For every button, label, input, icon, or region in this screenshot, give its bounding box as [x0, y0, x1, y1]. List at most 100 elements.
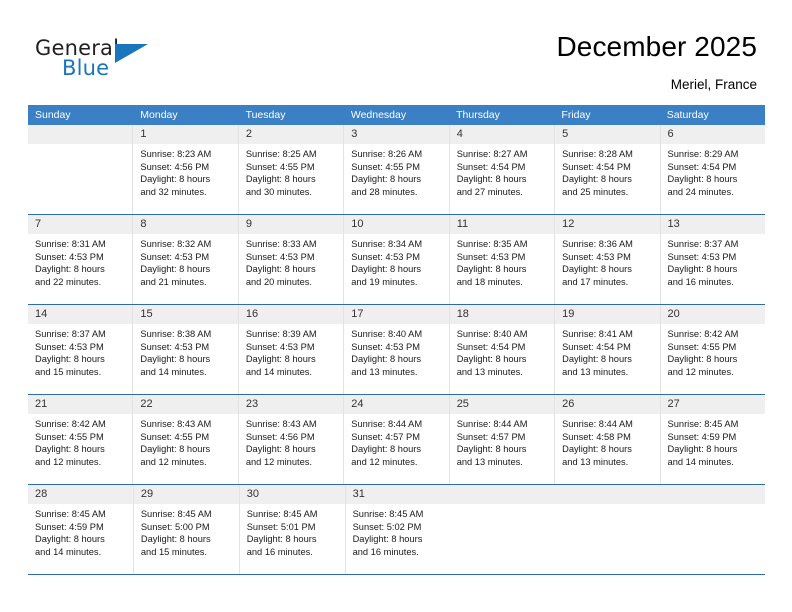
day-details: Sunrise: 8:44 AM Sunset: 4:58 PM Daylight:… — [555, 414, 659, 468]
sunrise-text: Sunrise: 8:38 AM — [140, 329, 212, 339]
calendar-day-cell[interactable]: 8 Sunrise: 8:32 AM Sunset: 4:53 PM Daylight… — [132, 215, 238, 304]
sunrise-text: Sunrise: 8:43 AM — [245, 419, 317, 429]
calendar-day-cell[interactable]: 12 Sunrise: 8:36 AM Sunset: 4:53 PM Dayligh… — [554, 215, 660, 304]
day-number-band: 10 — [344, 215, 449, 234]
calendar-day-cell[interactable]: 29 Sunrise: 8:45 AM Sunset: 5:00 PM Dayligh… — [132, 485, 239, 574]
daylight-text-line1: Daylight: 8 hours — [140, 444, 211, 455]
daylight-text-line1: Daylight: 8 hours — [351, 264, 422, 275]
sunset-text: Sunset: 4:55 PM — [351, 161, 420, 172]
calendar-day-cell[interactable]: 23 Sunrise: 8:43 AM Sunset: 4:56 PM Dayligh… — [237, 395, 344, 484]
triangle-icon — [115, 44, 148, 63]
daylight-text-line1: Daylight: 8 hours — [667, 444, 738, 455]
calendar-day-cell[interactable]: 21 Sunrise: 8:42 AM Sunset: 4:55 PM Dayligh… — [28, 395, 133, 484]
calendar-day-cell[interactable]: 25 Sunrise: 8:44 AM Sunset: 4:57 PM Dayligh… — [448, 395, 555, 484]
day-number: 30 — [246, 488, 259, 500]
day-details: Sunrise: 8:32 AM Sunset: 4:53 PM Daylight:… — [133, 234, 237, 288]
calendar-day-cell[interactable]: 2 Sunrise: 8:25 AM Sunset: 4:55 PM Daylight… — [237, 125, 344, 214]
calendar-day-cell[interactable]: 14 Sunrise: 8:37 AM Sunset: 4:53 PM Dayligh… — [28, 305, 133, 394]
sunrise-text: Sunrise: 8:41 AM — [562, 329, 633, 339]
calendar-day-cell[interactable]: 15 Sunrise: 8:38 AM Sunset: 4:53 PM Dayligh… — [132, 305, 238, 394]
daylight-text-line2: and 21 minutes. — [140, 276, 207, 287]
day-details: Sunrise: 8:39 AM Sunset: 4:53 PM Daylight:… — [239, 324, 343, 378]
calendar-day-cell[interactable]: 30 Sunrise: 8:45 AM Sunset: 5:01 PM Dayligh… — [238, 485, 345, 574]
sunrise-text: Sunrise: 8:45 AM — [352, 509, 424, 519]
daylight-text-line1: Daylight: 8 hours — [35, 534, 105, 545]
day-number-band: 16 — [238, 305, 344, 324]
calendar-day-cell[interactable]: 26 Sunrise: 8:44 AM Sunset: 4:58 PM Dayligh… — [554, 395, 660, 484]
calendar-day-cell[interactable]: 6 Sunrise: 8:29 AM Sunset: 4:54 PM Daylight… — [659, 125, 765, 214]
weekday-header-saturday: Saturday — [666, 109, 709, 121]
logo[interactable]: General Blue — [35, 36, 185, 88]
daylight-text-line2: and 16 minutes. — [667, 276, 734, 287]
sunrise-text: Sunrise: 8:37 AM — [667, 239, 739, 249]
daylight-text-line2: and 16 minutes. — [246, 546, 313, 557]
calendar-day-cell[interactable]: 31 Sunrise: 8:45 AM Sunset: 5:02 PM Dayligh… — [344, 485, 451, 574]
daylight-text-line2: and 27 minutes. — [456, 186, 523, 197]
calendar-week-row: 21 Sunrise: 8:42 AM Sunset: 4:55 PM Dayligh… — [28, 395, 765, 485]
day-number: 1 — [140, 128, 147, 140]
day-details: Sunrise: 8:45 AM Sunset: 5:00 PM Daylight:… — [134, 504, 239, 558]
day-details: Sunrise: 8:33 AM Sunset: 4:53 PM Daylight:… — [239, 234, 343, 288]
day-number: 6 — [667, 128, 674, 140]
day-details: Sunrise: 8:37 AM Sunset: 4:53 PM Daylight:… — [661, 234, 765, 288]
day-details: Sunrise: 8:29 AM Sunset: 4:54 PM Daylight:… — [661, 144, 765, 198]
calendar-day-cell[interactable]: 4 Sunrise: 8:27 AM Sunset: 4:54 PM Daylight… — [448, 125, 555, 214]
calendar-day-cell[interactable]: 18 Sunrise: 8:40 AM Sunset: 4:54 PM Dayligh… — [448, 305, 555, 394]
calendar-day-cell[interactable]: 13 Sunrise: 8:37 AM Sunset: 4:53 PM Dayligh… — [659, 215, 765, 304]
sunset-text: Sunset: 4:53 PM — [245, 341, 315, 352]
calendar-day-cell[interactable]: 9 Sunrise: 8:33 AM Sunset: 4:53 PM Daylight… — [237, 215, 344, 304]
daylight-text-line1: Daylight: 8 hours — [246, 534, 317, 545]
sunset-text: Sunset: 4:53 PM — [35, 341, 104, 352]
calendar-week-row: 28 Sunrise: 8:45 AM Sunset: 4:59 PM Dayligh… — [28, 485, 766, 575]
calendar-day-cell-empty — [660, 485, 766, 574]
calendar-day-cell[interactable]: 16 Sunrise: 8:39 AM Sunset: 4:53 PM Dayligh… — [237, 305, 344, 394]
day-details: Sunrise: 8:43 AM Sunset: 4:56 PM Daylight:… — [239, 414, 343, 468]
sunrise-text: Sunrise: 8:23 AM — [140, 149, 212, 159]
sunset-text: Sunset: 4:56 PM — [245, 431, 315, 442]
sunrise-text: Sunrise: 8:36 AM — [562, 239, 633, 249]
calendar-day-cell[interactable]: 27 Sunrise: 8:45 AM Sunset: 4:59 PM Dayligh… — [659, 395, 765, 484]
calendar-week-row: 14 Sunrise: 8:37 AM Sunset: 4:53 PM Dayligh… — [28, 305, 765, 395]
daylight-text-line2: and 14 minutes. — [140, 366, 207, 377]
sunrise-text: Sunrise: 8:35 AM — [456, 239, 528, 249]
daylight-text-line2: and 13 minutes. — [456, 366, 523, 377]
day-details: Sunrise: 8:45 AM Sunset: 4:59 PM Daylight:… — [28, 504, 133, 558]
page-title: December 2025 — [556, 31, 757, 62]
daylight-text-line1: Daylight: 8 hours — [351, 354, 422, 365]
sunrise-text: Sunrise: 8:26 AM — [351, 149, 423, 159]
sunrise-text: Sunrise: 8:43 AM — [140, 419, 212, 429]
day-number: 11 — [456, 218, 469, 230]
calendar-day-cell[interactable]: 17 Sunrise: 8:40 AM Sunset: 4:53 PM Dayligh… — [343, 305, 449, 394]
day-number: 5 — [562, 128, 569, 140]
daylight-text-line1: Daylight: 8 hours — [245, 264, 316, 275]
calendar-day-cell[interactable]: 19 Sunrise: 8:41 AM Sunset: 4:54 PM Dayligh… — [554, 305, 660, 394]
day-number: 2 — [245, 128, 252, 140]
sunset-text: Sunset: 4:55 PM — [35, 431, 104, 442]
sunset-text: Sunset: 5:01 PM — [246, 521, 316, 532]
sunrise-text: Sunrise: 8:42 AM — [35, 419, 106, 429]
day-details: Sunrise: 8:43 AM Sunset: 4:55 PM Daylight:… — [133, 414, 237, 468]
calendar-day-cell[interactable]: 5 Sunrise: 8:28 AM Sunset: 4:54 PM Daylight… — [554, 125, 660, 214]
calendar-day-cell[interactable]: 20 Sunrise: 8:42 AM Sunset: 4:55 PM Dayligh… — [659, 305, 765, 394]
day-details: Sunrise: 8:23 AM Sunset: 4:56 PM Daylight:… — [133, 144, 237, 198]
daylight-text-line2: and 15 minutes. — [35, 366, 102, 377]
calendar-day-cell[interactable]: 22 Sunrise: 8:43 AM Sunset: 4:55 PM Dayligh… — [132, 395, 238, 484]
sunset-text: Sunset: 4:54 PM — [562, 341, 631, 352]
calendar-day-cell[interactable]: 1 Sunrise: 8:23 AM Sunset: 4:56 PM Daylight… — [132, 125, 238, 214]
logo-secondary-text: Blue — [62, 56, 110, 80]
calendar-day-cell[interactable]: 11 Sunrise: 8:35 AM Sunset: 4:53 PM Dayligh… — [448, 215, 555, 304]
daylight-text-line1: Daylight: 8 hours — [35, 264, 105, 275]
day-number-band — [28, 125, 133, 144]
daylight-text-line1: Daylight: 8 hours — [667, 264, 738, 275]
day-number-band: 23 — [238, 395, 344, 414]
calendar-day-cell[interactable]: 3 Sunrise: 8:26 AM Sunset: 4:55 PM Daylight… — [343, 125, 449, 214]
day-number-band: 31 — [345, 485, 451, 504]
day-number: 3 — [351, 128, 358, 140]
day-details: Sunrise: 8:44 AM Sunset: 4:57 PM Daylight:… — [450, 414, 554, 468]
calendar-day-cell[interactable]: 28 Sunrise: 8:45 AM Sunset: 4:59 PM Dayligh… — [28, 485, 133, 574]
calendar-day-cell[interactable]: 7 Sunrise: 8:31 AM Sunset: 4:53 PM Daylight… — [28, 215, 133, 304]
calendar-day-cell[interactable]: 24 Sunrise: 8:44 AM Sunset: 4:57 PM Dayligh… — [343, 395, 449, 484]
day-number: 14 — [35, 308, 48, 320]
daylight-text-line1: Daylight: 8 hours — [562, 354, 632, 365]
calendar-day-cell[interactable]: 10 Sunrise: 8:34 AM Sunset: 4:53 PM Dayligh… — [343, 215, 449, 304]
